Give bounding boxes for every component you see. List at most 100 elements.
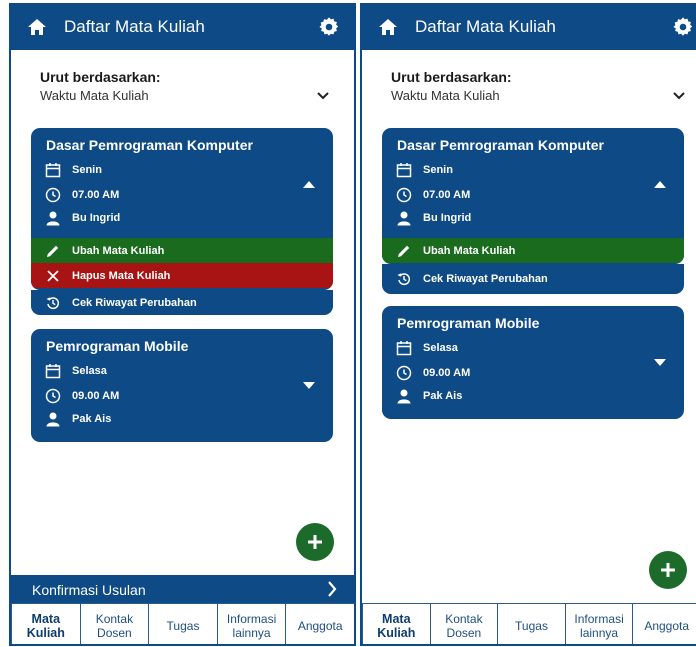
course-lecturer: Pak Ais bbox=[423, 390, 463, 402]
add-course-button[interactable] bbox=[649, 551, 687, 589]
sort-dropdown[interactable]: Waktu Mata Kuliah bbox=[391, 88, 500, 103]
course-lecturer-row: Pak Ais bbox=[396, 387, 462, 405]
tab-informasi-lainnya[interactable]: Informasi lainnya bbox=[216, 603, 287, 644]
caret-down-icon[interactable] bbox=[654, 359, 666, 367]
clock-icon bbox=[396, 365, 412, 381]
edit-course-button[interactable]: Ubah Mata Kuliah bbox=[382, 238, 684, 263]
page-title: Daftar Mata Kuliah bbox=[64, 17, 205, 36]
course-name: Pemrograman Mobile bbox=[46, 338, 189, 354]
tab-kontak-dosen[interactable]: Kontak Dosen bbox=[429, 603, 499, 644]
tab-label: Mata bbox=[31, 611, 61, 626]
course-name: Dasar Pemrograman Komputer bbox=[46, 137, 253, 153]
history-button[interactable]: Cek Riwayat Perubahan bbox=[382, 264, 684, 294]
course-name: Pemrograman Mobile bbox=[397, 315, 540, 331]
calendar-icon bbox=[396, 163, 412, 178]
calendar-icon bbox=[396, 341, 412, 356]
tab-informasi-lainnya[interactable]: Informasi lainnya bbox=[564, 603, 634, 644]
history-label: Cek Riwayat Perubahan bbox=[423, 273, 548, 285]
caret-up-icon[interactable] bbox=[654, 180, 666, 188]
caret-down-icon[interactable] bbox=[303, 382, 315, 390]
app-bar: Daftar Mata Kuliah bbox=[362, 5, 696, 50]
home-icon[interactable] bbox=[378, 17, 398, 37]
tab-label: Tugas bbox=[166, 618, 200, 633]
caret-up-icon[interactable] bbox=[303, 180, 315, 188]
bottom-tab-bar: Mata Kuliah Kontak Dosen Tugas Informasi la… bbox=[11, 603, 354, 644]
course-day-row: Selasa bbox=[396, 339, 458, 357]
clock-icon bbox=[396, 187, 412, 203]
edit-course-label: Ubah Mata Kuliah bbox=[423, 244, 516, 257]
delete-course-label: Hapus Mata Kuliah bbox=[72, 269, 171, 282]
tab-kontak-dosen[interactable]: Kontak Dosen bbox=[79, 603, 150, 644]
course-day: Senin bbox=[72, 164, 102, 176]
course-time: 09.00 AM bbox=[72, 390, 120, 402]
course-lecturer-row: Pak Ais bbox=[45, 410, 111, 428]
home-icon[interactable] bbox=[27, 17, 47, 37]
pencil-icon bbox=[47, 245, 59, 257]
bottom-tab-bar: Mata Kuliah Kontak Dosen Tugas Informasi la… bbox=[362, 603, 696, 644]
tab-label: Informasi bbox=[574, 611, 624, 626]
person-icon bbox=[46, 412, 60, 427]
course-time: 07.00 AM bbox=[72, 189, 120, 201]
gear-icon[interactable] bbox=[318, 16, 340, 38]
course-day: Senin bbox=[423, 164, 453, 176]
screen-right: Daftar Mata Kuliah Urut berdasarkan: Wak… bbox=[360, 3, 696, 646]
person-icon bbox=[46, 211, 60, 226]
close-icon bbox=[47, 269, 59, 282]
plus-icon bbox=[661, 563, 675, 577]
course-day: Selasa bbox=[72, 365, 107, 377]
course-card[interactable]: Dasar Pemrograman Komputer Senin 07.00 A… bbox=[31, 128, 333, 290]
tab-label: Tugas bbox=[515, 618, 548, 633]
person-icon bbox=[397, 389, 411, 404]
course-day-row: Senin bbox=[45, 161, 102, 179]
add-course-button[interactable] bbox=[296, 523, 334, 561]
page-title: Daftar Mata Kuliah bbox=[415, 17, 556, 36]
course-time-row: 09.00 AM bbox=[396, 364, 470, 382]
history-label: Cek Riwayat Perubahan bbox=[72, 296, 197, 309]
course-day: Selasa bbox=[423, 342, 458, 354]
delete-course-button[interactable]: Hapus Mata Kuliah bbox=[31, 263, 333, 288]
gear-icon[interactable] bbox=[672, 16, 694, 38]
course-lecturer: Bu Ingrid bbox=[423, 212, 472, 224]
course-card[interactable]: Pemrograman Mobile Selasa 09.00 AM Pak A… bbox=[382, 306, 684, 419]
tab-label: Dosen bbox=[97, 625, 132, 640]
course-time-row: 09.00 AM bbox=[45, 387, 119, 405]
course-card[interactable]: Pemrograman Mobile Selasa 09.00 AM Pak A… bbox=[31, 329, 333, 442]
chevron-down-icon[interactable] bbox=[672, 91, 686, 101]
course-lecturer: Pak Ais bbox=[72, 413, 112, 425]
tab-tugas[interactable]: Tugas bbox=[497, 603, 566, 644]
edit-course-button[interactable]: Ubah Mata Kuliah bbox=[31, 238, 333, 263]
screen-left: Daftar Mata Kuliah Urut berdasarkan: Wak… bbox=[9, 3, 356, 646]
tab-label: Dosen bbox=[446, 625, 482, 640]
app-bar: Daftar Mata Kuliah bbox=[11, 5, 354, 50]
course-time: 07.00 AM bbox=[423, 189, 471, 201]
pencil-icon bbox=[398, 245, 410, 257]
tab-anggota[interactable]: Anggota bbox=[285, 603, 354, 644]
confirm-proposal-bar[interactable]: Konfirmasi Usulan bbox=[11, 575, 354, 603]
person-icon bbox=[397, 211, 411, 226]
tab-mata-kuliah[interactable]: Mata Kuliah bbox=[11, 603, 81, 644]
chevron-down-icon[interactable] bbox=[316, 91, 330, 101]
history-icon bbox=[397, 273, 411, 286]
course-time: 09.00 AM bbox=[423, 367, 471, 379]
course-lecturer: Bu Ingrid bbox=[72, 212, 121, 224]
sort-dropdown[interactable]: Waktu Mata Kuliah bbox=[40, 88, 149, 103]
tab-label: Kuliah bbox=[26, 625, 65, 640]
tab-tugas[interactable]: Tugas bbox=[148, 603, 218, 644]
calendar-icon bbox=[45, 163, 61, 178]
tab-anggota[interactable]: Anggota bbox=[632, 603, 696, 644]
course-card[interactable]: Dasar Pemrograman Komputer Senin 07.00 A… bbox=[382, 128, 684, 264]
tab-label: lainnya bbox=[580, 625, 619, 640]
course-time-row: 07.00 AM bbox=[396, 186, 470, 204]
course-day-row: Selasa bbox=[45, 362, 107, 380]
chevron-right-icon bbox=[328, 581, 337, 597]
course-lecturer-row: Bu Ingrid bbox=[45, 209, 120, 227]
clock-icon bbox=[45, 388, 61, 404]
history-icon bbox=[46, 296, 60, 309]
confirm-proposal-label: Konfirmasi Usulan bbox=[32, 582, 146, 598]
course-day-row: Senin bbox=[396, 161, 453, 179]
plus-icon bbox=[308, 535, 322, 549]
tab-mata-kuliah[interactable]: Mata Kuliah bbox=[362, 603, 431, 644]
tab-label: Informasi bbox=[226, 611, 277, 626]
tab-label: Kuliah bbox=[377, 625, 416, 640]
history-button[interactable]: Cek Riwayat Perubahan bbox=[31, 290, 333, 315]
